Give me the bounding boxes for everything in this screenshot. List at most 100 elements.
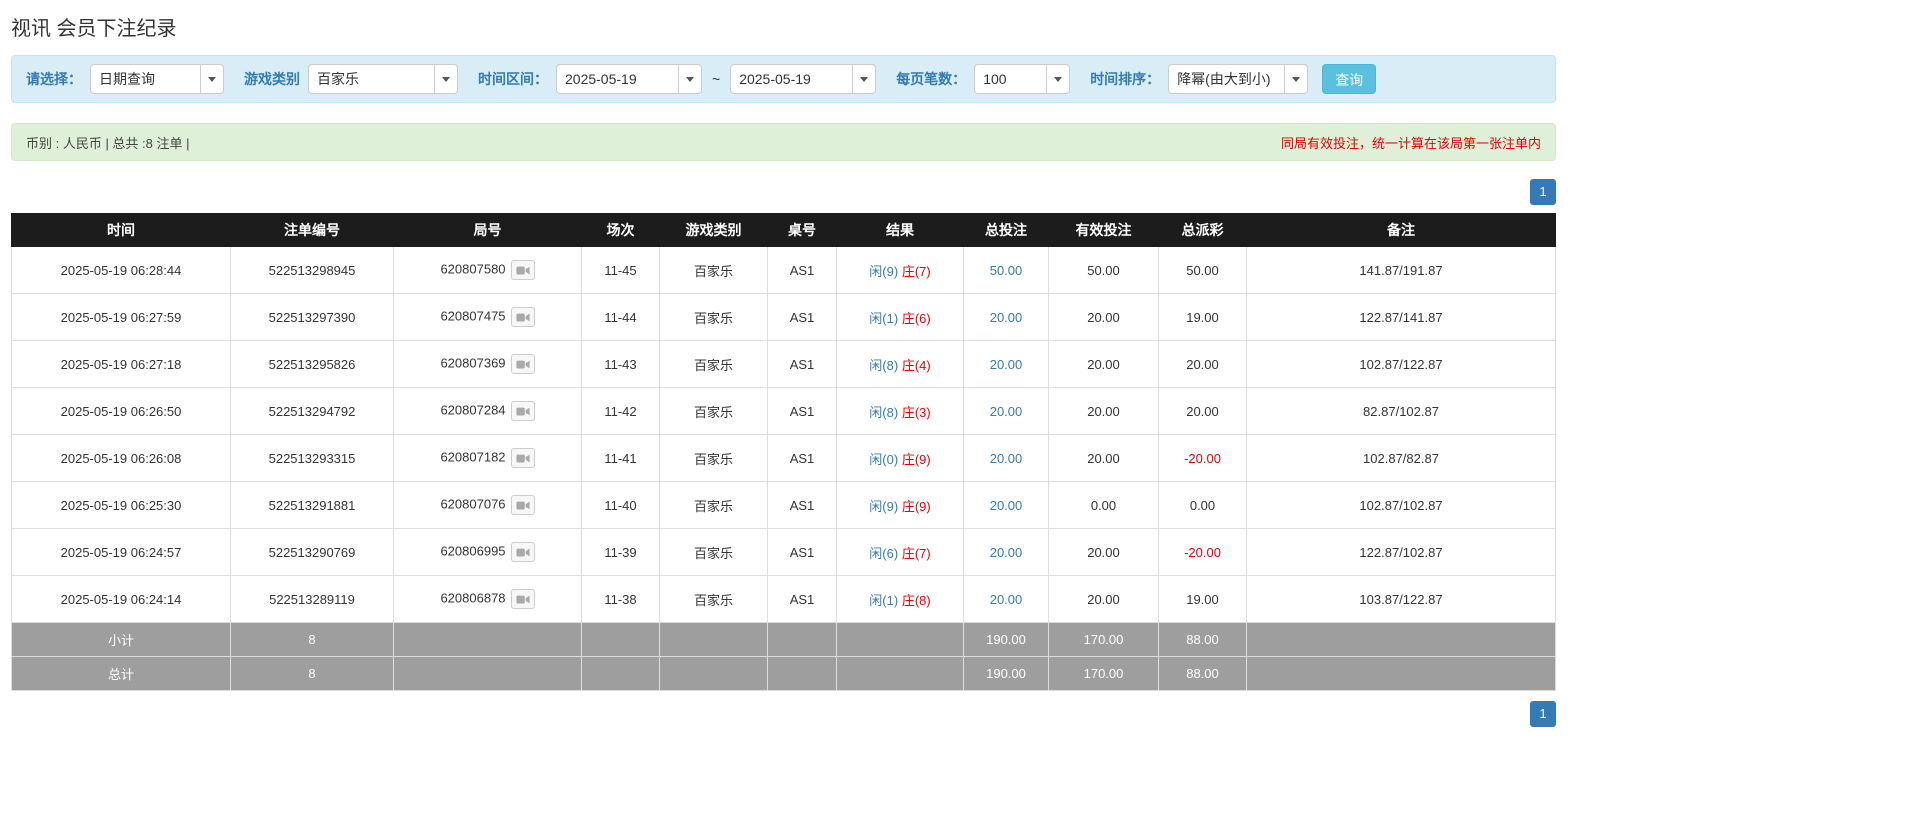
cell-table-no: AS1 bbox=[767, 434, 837, 482]
round-id-text: 620807182 bbox=[440, 449, 506, 465]
round-id-text: 620807284 bbox=[440, 402, 506, 418]
video-replay-button[interactable] bbox=[510, 495, 535, 515]
page-size-dropdown-button[interactable] bbox=[1046, 64, 1071, 94]
date-to-input[interactable] bbox=[730, 64, 853, 94]
date-from-combo bbox=[556, 64, 702, 94]
subtotal-label: 小计 bbox=[11, 622, 231, 657]
cell-total-bet: 20.00 bbox=[963, 340, 1049, 388]
cell-result: 闲(6) 庄(7) bbox=[836, 528, 964, 576]
cell-time: 2025-05-19 06:24:57 bbox=[11, 528, 231, 576]
cell-note: 102.87/82.87 bbox=[1246, 434, 1556, 482]
result-banker: 庄(4) bbox=[901, 357, 931, 373]
round-id-text: 620806878 bbox=[440, 590, 506, 606]
total-bet-link[interactable]: 20.00 bbox=[990, 310, 1023, 325]
sort-order-input[interactable] bbox=[1168, 64, 1285, 94]
cell-result: 闲(1) 庄(6) bbox=[836, 293, 964, 341]
cell-table-no: AS1 bbox=[767, 528, 837, 576]
total-bet-link[interactable]: 50.00 bbox=[990, 263, 1023, 278]
query-type-input[interactable] bbox=[90, 64, 200, 94]
subtotal-payout: 88.00 bbox=[1158, 622, 1247, 657]
page-size-input[interactable] bbox=[974, 64, 1047, 94]
header-round-id: 局号 bbox=[393, 213, 582, 247]
cell-note: 102.87/102.87 bbox=[1246, 481, 1556, 529]
pagination-bottom: 1 bbox=[11, 701, 1556, 727]
date-to-combo bbox=[730, 64, 877, 94]
video-replay-button[interactable] bbox=[510, 354, 535, 374]
cell-valid-bet: 50.00 bbox=[1048, 246, 1159, 294]
total-bet-link[interactable]: 20.00 bbox=[990, 357, 1023, 372]
round-id-text: 620806995 bbox=[440, 543, 506, 559]
round-id-text: 620807580 bbox=[440, 261, 506, 277]
total-bet-link[interactable]: 20.00 bbox=[990, 404, 1023, 419]
cell-round-id: 620807284 bbox=[393, 387, 582, 435]
search-button[interactable]: 查询 bbox=[1322, 64, 1377, 94]
payout-value: -20.00 bbox=[1184, 450, 1221, 466]
result-banker: 庄(7) bbox=[901, 263, 931, 279]
caret-down-icon bbox=[1292, 76, 1301, 82]
cell-round-id: 620807182 bbox=[393, 434, 582, 482]
cell-round-id: 620807475 bbox=[393, 293, 582, 341]
cell-session: 11-41 bbox=[581, 434, 660, 482]
cell-table-no: AS1 bbox=[767, 481, 837, 529]
result-player: 闲(8) bbox=[869, 357, 899, 373]
cell-table-no: AS1 bbox=[767, 293, 837, 341]
notice-text: 同局有效投注，统一计算在该局第一张注单内 bbox=[1280, 135, 1541, 151]
total-bet-link[interactable]: 20.00 bbox=[990, 592, 1023, 607]
date-to-dropdown-button[interactable] bbox=[852, 64, 877, 94]
video-replay-button[interactable] bbox=[510, 307, 535, 327]
total-payout: 88.00 bbox=[1158, 656, 1247, 691]
game-type-dropdown-button[interactable] bbox=[434, 64, 458, 94]
cell-note: 102.87/122.87 bbox=[1246, 340, 1556, 388]
cell-result: 闲(8) 庄(3) bbox=[836, 387, 964, 435]
table-row: 2025-05-19 06:25:30 522513291881 620807076… bbox=[11, 481, 1556, 529]
video-replay-button[interactable] bbox=[510, 401, 535, 421]
cell-bet-id: 522513290769 bbox=[230, 528, 394, 576]
cell-game-type: 百家乐 bbox=[659, 481, 768, 529]
cell-game-type: 百家乐 bbox=[659, 528, 768, 576]
main-container: 视讯 会员下注纪录 请选择： 游戏类别 时间区间： ~ 每页笔数： 时间排序： bbox=[11, 0, 1556, 727]
result-player: 闲(9) bbox=[869, 263, 899, 279]
sort-order-combo bbox=[1168, 64, 1309, 94]
query-type-dropdown-button[interactable] bbox=[200, 64, 224, 94]
cell-table-no: AS1 bbox=[767, 246, 837, 294]
date-from-dropdown-button[interactable] bbox=[678, 64, 702, 94]
video-camera-icon bbox=[515, 360, 530, 368]
total-total-bet: 190.00 bbox=[963, 656, 1049, 691]
page-button-1[interactable]: 1 bbox=[1530, 701, 1556, 727]
table-row: 2025-05-19 06:24:14 522513289119 620806878… bbox=[11, 575, 1556, 623]
sort-order-label: 时间排序： bbox=[1090, 71, 1161, 87]
header-result: 结果 bbox=[836, 213, 964, 247]
payout-value: 50.00 bbox=[1186, 262, 1219, 278]
video-replay-button[interactable] bbox=[510, 260, 535, 280]
table-row: 2025-05-19 06:27:59 522513297390 620807475… bbox=[11, 293, 1556, 341]
cell-payout: 19.00 bbox=[1158, 575, 1247, 623]
total-bet-link[interactable]: 20.00 bbox=[990, 451, 1023, 466]
total-bet-link[interactable]: 20.00 bbox=[990, 545, 1023, 560]
result-player: 闲(8) bbox=[869, 404, 899, 420]
cell-session: 11-42 bbox=[581, 387, 660, 435]
total-bet-link[interactable]: 20.00 bbox=[990, 498, 1023, 513]
result-banker: 庄(6) bbox=[901, 310, 931, 326]
sort-order-dropdown-button[interactable] bbox=[1284, 64, 1309, 94]
game-type-input[interactable] bbox=[308, 64, 434, 94]
cell-round-id: 620806995 bbox=[393, 528, 582, 576]
header-bet-id: 注单编号 bbox=[230, 213, 394, 247]
date-from-input[interactable] bbox=[556, 64, 678, 94]
video-replay-button[interactable] bbox=[510, 589, 535, 609]
cell-bet-id: 522513289119 bbox=[230, 575, 394, 623]
video-replay-button[interactable] bbox=[510, 448, 535, 468]
table-row: 2025-05-19 06:26:08 522513293315 620807182… bbox=[11, 434, 1556, 482]
cell-time: 2025-05-19 06:28:44 bbox=[11, 246, 231, 294]
cell-payout: 20.00 bbox=[1158, 387, 1247, 435]
page-button-1[interactable]: 1 bbox=[1530, 179, 1556, 205]
subtotal-valid-bet: 170.00 bbox=[1048, 622, 1159, 657]
cell-time: 2025-05-19 06:27:18 bbox=[11, 340, 231, 388]
video-camera-icon bbox=[515, 454, 530, 462]
video-camera-icon bbox=[515, 313, 530, 321]
cell-payout: 19.00 bbox=[1158, 293, 1247, 341]
cell-game-type: 百家乐 bbox=[659, 387, 768, 435]
total-label: 总计 bbox=[11, 656, 231, 691]
video-replay-button[interactable] bbox=[510, 542, 535, 562]
result-banker: 庄(9) bbox=[901, 451, 931, 467]
result-player: 闲(6) bbox=[869, 545, 899, 561]
